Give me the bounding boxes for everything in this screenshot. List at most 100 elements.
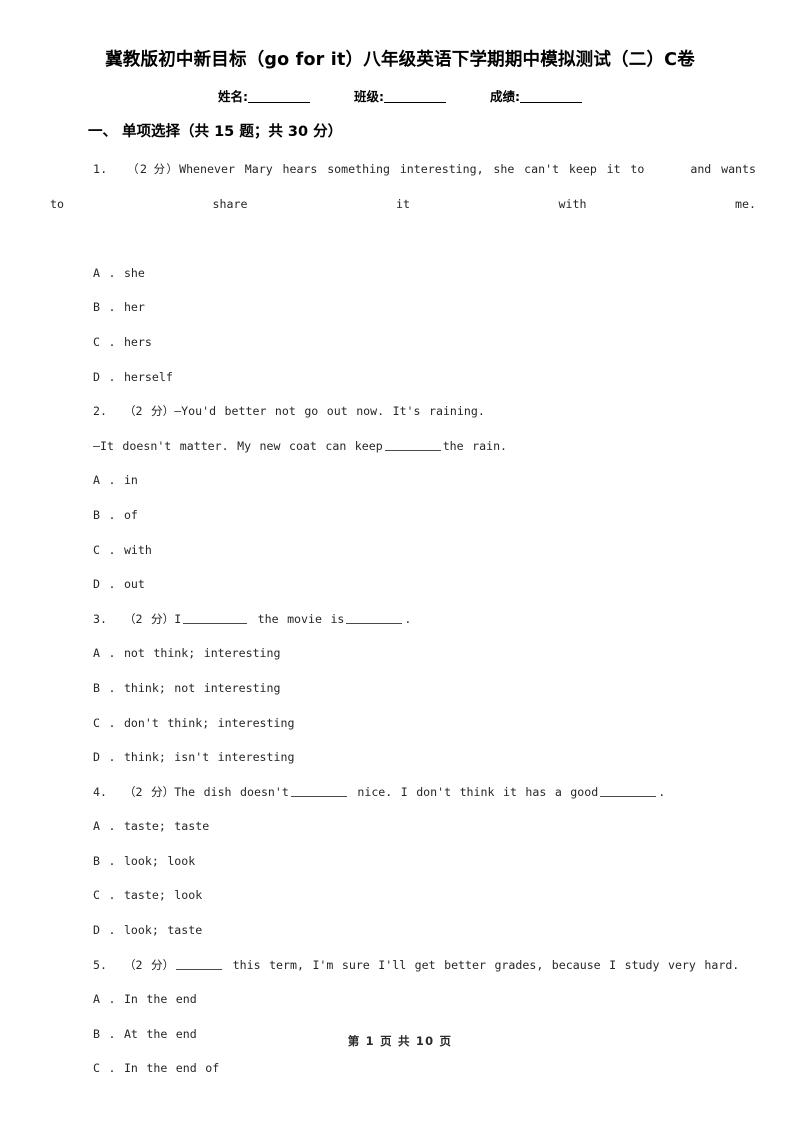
option-key-5-c: C .	[93, 1061, 116, 1076]
question-text-4b: nice. I don't think it has a good	[357, 784, 599, 799]
option-4-b[interactable]: B . look; look	[50, 844, 756, 879]
question-block-2: 2. （2 分）—You'd better not go out now. It…	[50, 394, 756, 602]
option-label-4-d: look; taste	[123, 923, 203, 938]
question-dialogue-text-2a: —It doesn't matter. My new coat can keep	[93, 438, 383, 453]
option-key-2-c: C .	[93, 542, 116, 557]
option-label-2-a: in	[123, 473, 138, 488]
question-marks-1: （2 分）	[127, 162, 180, 176]
option-2-c[interactable]: C . with	[50, 533, 756, 568]
option-key-5-a: A .	[93, 992, 116, 1007]
option-key-3-c: C .	[93, 715, 116, 730]
option-label-5-a: In the end	[123, 992, 197, 1007]
page-title: 冀教版初中新目标（go for it）八年级英语下学期期中模拟测试（二）C卷	[105, 50, 695, 70]
questions-container: 1. （2 分）Whenever Mary hears something in…	[50, 152, 756, 1086]
option-label-1-a: she	[123, 265, 145, 280]
student-score-field[interactable]: 成绩:	[490, 86, 582, 105]
option-5-c[interactable]: C . In the end of	[50, 1051, 756, 1086]
option-key-4-a: A .	[93, 819, 116, 834]
option-key-1-d: D .	[93, 369, 116, 384]
option-3-c[interactable]: C . don't think; interesting	[50, 706, 756, 741]
option-key-1-b: B .	[93, 300, 116, 315]
option-label-2-d: out	[123, 577, 145, 592]
option-key-3-a: A .	[93, 646, 116, 661]
option-label-1-c: hers	[123, 334, 152, 349]
student-class-rule[interactable]	[384, 102, 446, 103]
option-2-b[interactable]: B . of	[50, 498, 756, 533]
student-name-label: 姓名:	[218, 89, 248, 104]
question-text-1a: Whenever Mary hears something interestin…	[179, 162, 645, 176]
student-class-field[interactable]: 班级:	[354, 86, 446, 105]
option-key-2-d: D .	[93, 577, 116, 592]
question-dialogue-text-2b: the rain.	[442, 438, 508, 453]
question-stem-2: 2. （2 分）—You'd better not go out now. It…	[50, 394, 756, 429]
question-text-4a: The dish doesn't	[174, 784, 289, 799]
option-label-3-c: don't think; interesting	[123, 715, 295, 730]
question-marks-5: （2 分）	[123, 957, 175, 972]
question-marks-2: （2 分）	[123, 404, 175, 419]
question-blank-3-2[interactable]	[346, 622, 403, 624]
question-block-5: 5. （2 分） this term, I'm sure I'll get be…	[50, 948, 756, 1086]
option-label-1-b: her	[123, 300, 145, 315]
question-stem-3: 3. （2 分）I the movie is.	[50, 602, 756, 637]
option-1-c[interactable]: C . hers	[50, 325, 756, 360]
option-key-4-c: C .	[93, 888, 116, 903]
option-2-d[interactable]: D . out	[50, 567, 756, 602]
question-stem-5: 5. （2 分） this term, I'm sure I'll get be…	[50, 948, 756, 983]
option-3-d[interactable]: D . think; isn't interesting	[50, 740, 756, 775]
question-marks-4: （2 分）	[123, 784, 175, 799]
option-4-a[interactable]: A . taste; taste	[50, 809, 756, 844]
option-label-3-d: think; isn't interesting	[123, 750, 295, 765]
student-class-label: 班级:	[354, 89, 384, 104]
option-label-4-a: taste; taste	[123, 819, 210, 834]
question-blank-3-1[interactable]	[183, 622, 248, 624]
question-text-5: this term, I'm sure I'll get better grad…	[232, 957, 740, 972]
question-blank-2[interactable]	[384, 449, 441, 451]
option-5-a[interactable]: A . In the end	[50, 982, 756, 1017]
student-score-label: 成绩:	[490, 89, 520, 104]
question-text-2: —You'd better not go out now. It's raini…	[174, 404, 485, 419]
question-number-3: 3.	[93, 611, 107, 626]
option-key-1-c: C .	[93, 334, 116, 349]
option-key-1-a: A .	[93, 265, 116, 280]
option-1-a[interactable]: A . she	[50, 256, 756, 291]
question-blank-5[interactable]	[176, 968, 223, 970]
option-1-d[interactable]: D . herself	[50, 360, 756, 395]
question-marks-3: （2 分）	[123, 611, 175, 626]
question-stem-4: 4. （2 分）The dish doesn't nice. I don't t…	[50, 775, 756, 810]
option-3-b[interactable]: B . think; not interesting	[50, 671, 756, 706]
question-text-3b: the movie is	[257, 611, 345, 626]
exam-page: 冀教版初中新目标（go for it）八年级英语下学期期中模拟测试（二）C卷 姓…	[0, 0, 800, 1132]
question-text-3a: I	[174, 611, 182, 626]
student-score-rule[interactable]	[520, 102, 582, 103]
question-stem-1: 1. （2 分）Whenever Mary hears something in…	[50, 152, 756, 256]
option-key-3-d: D .	[93, 750, 116, 765]
option-key-4-b: B .	[93, 853, 116, 868]
option-4-c[interactable]: C . taste; look	[50, 878, 756, 913]
option-4-d[interactable]: D . look; taste	[50, 913, 756, 948]
question-number-2: 2.	[93, 404, 107, 419]
section-heading: 一、 单项选择（共 15 题；共 30 分）	[88, 124, 343, 140]
question-block-3: 3. （2 分）I the movie is. A . not think; i…	[50, 602, 756, 775]
student-info-row: 姓名: 班级: 成绩:	[0, 86, 800, 105]
question-blank-4-1[interactable]	[290, 795, 347, 797]
page-footer: 第 1 页 共 10 页	[347, 1034, 453, 1048]
option-label-4-c: taste; look	[123, 888, 203, 903]
option-key-3-b: B .	[93, 680, 116, 695]
option-key-4-d: D .	[93, 923, 116, 938]
question-blank-4-2[interactable]	[600, 795, 657, 797]
option-2-a[interactable]: A . in	[50, 463, 756, 498]
student-name-rule[interactable]	[248, 102, 310, 103]
question-number-1: 1.	[93, 162, 108, 176]
question-number-5: 5.	[93, 957, 107, 972]
question-dialogue-2: —It doesn't matter. My new coat can keep…	[50, 429, 756, 464]
student-name-field[interactable]: 姓名:	[218, 86, 310, 105]
question-block-4: 4. （2 分）The dish doesn't nice. I don't t…	[50, 775, 756, 948]
option-label-5-c: In the end of	[123, 1061, 220, 1076]
option-1-b[interactable]: B . her	[50, 290, 756, 325]
option-3-a[interactable]: A . not think; interesting	[50, 636, 756, 671]
question-block-1: 1. （2 分）Whenever Mary hears something in…	[50, 152, 756, 394]
option-label-2-c: with	[123, 542, 152, 557]
option-label-3-b: think; not interesting	[123, 680, 281, 695]
question-text-3c: .	[404, 611, 412, 626]
option-label-1-d: herself	[123, 369, 173, 384]
